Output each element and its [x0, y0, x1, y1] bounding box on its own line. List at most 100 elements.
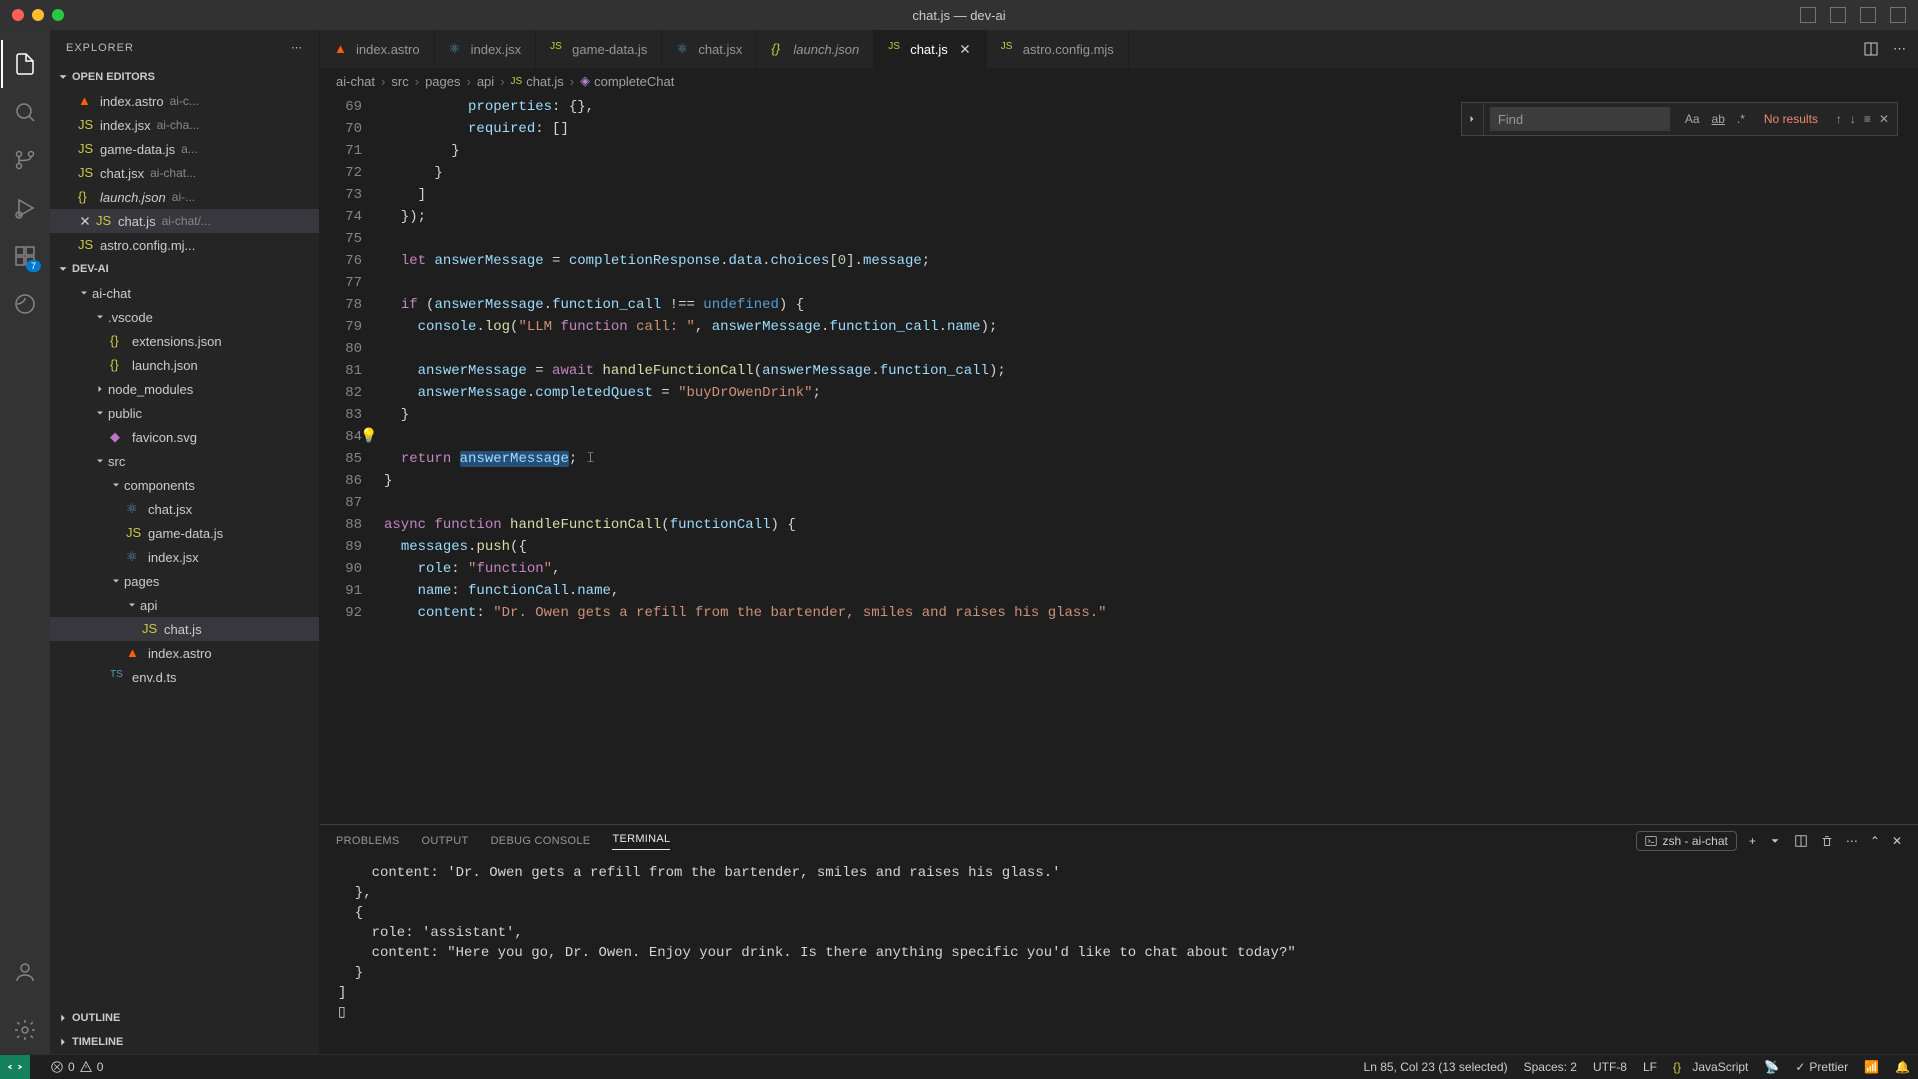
tab-launch-json[interactable]: {}launch.json	[757, 30, 874, 68]
kill-terminal-icon[interactable]	[1820, 834, 1834, 848]
find-input[interactable]	[1490, 107, 1670, 131]
folder-components[interactable]: components	[50, 473, 319, 497]
status-indent[interactable]: Spaces: 2	[1524, 1060, 1577, 1074]
tab-game-data[interactable]: JSgame-data.js	[536, 30, 662, 68]
folder-node-modules[interactable]: node_modules	[50, 377, 319, 401]
split-editor-icon[interactable]	[1863, 41, 1879, 57]
chevron-down-icon[interactable]	[1768, 834, 1782, 848]
terminal-content[interactable]: content: 'Dr. Owen gets a refill from th…	[320, 857, 1918, 1054]
folder-vscode[interactable]: .vscode	[50, 305, 319, 329]
close-icon[interactable]	[78, 214, 92, 228]
new-terminal-icon[interactable]: +	[1749, 834, 1756, 848]
close-window[interactable]	[12, 9, 24, 21]
activity-extensions[interactable]: 7	[1, 232, 49, 280]
open-editor-item[interactable]: JSgame-data.jsa...	[50, 137, 319, 161]
json-icon: {}	[110, 357, 126, 373]
file-index-jsx[interactable]: ⚛index.jsx	[50, 545, 319, 569]
breadcrumbs[interactable]: ai-chat› src› pages› api› JS chat.js› ◈ …	[320, 68, 1918, 94]
crumb[interactable]: completeChat	[594, 74, 674, 89]
file-game-data[interactable]: JSgame-data.js	[50, 521, 319, 545]
activity-edge[interactable]	[1, 280, 49, 328]
minimize-window[interactable]	[32, 9, 44, 21]
status-bell-icon[interactable]: 🔔	[1895, 1060, 1910, 1074]
file-launch[interactable]: {}launch.json	[50, 353, 319, 377]
section-timeline[interactable]: TIMELINE	[50, 1030, 319, 1054]
open-editor-item[interactable]: JSchat.jsxai-chat...	[50, 161, 319, 185]
react-icon: ⚛	[126, 501, 142, 517]
status-encoding[interactable]: UTF-8	[1593, 1060, 1627, 1074]
more-icon[interactable]: ⋯	[1846, 834, 1858, 848]
maximize-panel-icon[interactable]: ⌃	[1870, 834, 1880, 848]
folder-ai-chat[interactable]: ai-chat	[50, 281, 319, 305]
status-eol[interactable]: LF	[1643, 1060, 1657, 1074]
find-next-icon[interactable]: ↓	[1850, 112, 1856, 126]
code-editor[interactable]: 6970717273747576777879808182838485868788…	[320, 94, 1918, 824]
file-index-astro[interactable]: ▲index.astro	[50, 641, 319, 665]
folder-src[interactable]: src	[50, 449, 319, 473]
find-expand-toggle[interactable]	[1462, 103, 1484, 135]
crumb[interactable]: api	[477, 74, 494, 89]
panel-tab-output[interactable]: OUTPUT	[422, 835, 469, 847]
activity-settings[interactable]	[1, 1006, 49, 1054]
file-env-dts[interactable]: TSenv.d.ts	[50, 665, 319, 689]
more-icon[interactable]: ⋯	[1893, 41, 1906, 57]
file-chat-js[interactable]: JSchat.js	[50, 617, 319, 641]
regex-toggle[interactable]: .*	[1734, 110, 1748, 128]
toggle-secondary-sidebar-icon[interactable]	[1860, 7, 1876, 23]
open-editor-item[interactable]: JSindex.jsxai-cha...	[50, 113, 319, 137]
match-case-toggle[interactable]: Aa	[1682, 110, 1703, 128]
status-go-live[interactable]: 📡	[1764, 1060, 1779, 1074]
panel-tab-terminal[interactable]: TERMINAL	[612, 833, 670, 850]
open-editor-item[interactable]: ▲index.astroai-c...	[50, 89, 319, 113]
status-feedback-icon[interactable]: 📶	[1864, 1060, 1879, 1074]
terminal-selector[interactable]: zsh - ai-chat	[1636, 831, 1737, 851]
open-editor-item[interactable]: JSchat.jsai-chat/...	[50, 209, 319, 233]
find-close-icon[interactable]: ✕	[1879, 112, 1889, 126]
file-favicon[interactable]: ◆favicon.svg	[50, 425, 319, 449]
find-prev-icon[interactable]: ↑	[1836, 112, 1842, 126]
file-chat-jsx[interactable]: ⚛chat.jsx	[50, 497, 319, 521]
tab-index-jsx[interactable]: ⚛index.jsx	[435, 30, 537, 68]
tab-index-astro[interactable]: ▲index.astro	[320, 30, 435, 68]
panel-tab-problems[interactable]: PROBLEMS	[336, 835, 400, 847]
more-icon[interactable]: ⋯	[291, 41, 303, 54]
toggle-panel-icon[interactable]	[1830, 7, 1846, 23]
remote-indicator[interactable]	[0, 1055, 30, 1079]
tab-chat-js[interactable]: JSchat.js	[874, 30, 987, 68]
open-editor-item[interactable]: {}launch.jsonai-...	[50, 185, 319, 209]
match-whole-word-toggle[interactable]: ab	[1709, 110, 1728, 128]
activity-search[interactable]	[1, 88, 49, 136]
activity-explorer[interactable]	[1, 40, 49, 88]
section-open-editors[interactable]: OPEN EDITORS	[50, 65, 319, 89]
split-terminal-icon[interactable]	[1794, 834, 1808, 848]
maximize-window[interactable]	[52, 9, 64, 21]
folder-public[interactable]: public	[50, 401, 319, 425]
folder-pages[interactable]: pages	[50, 569, 319, 593]
crumb[interactable]: ai-chat	[336, 74, 375, 89]
activity-run-debug[interactable]	[1, 184, 49, 232]
activity-accounts[interactable]	[1, 948, 49, 996]
open-editor-item[interactable]: JSastro.config.mj...	[50, 233, 319, 257]
code-content[interactable]: properties: {}, required: [] } } ] }); l…	[384, 94, 1918, 824]
section-outline[interactable]: OUTLINE	[50, 1006, 319, 1030]
tab-astro-config[interactable]: JSastro.config.mjs	[987, 30, 1129, 68]
activity-source-control[interactable]	[1, 136, 49, 184]
tab-chat-jsx[interactable]: ⚛chat.jsx	[662, 30, 757, 68]
customize-layout-icon[interactable]	[1890, 7, 1906, 23]
find-in-selection-icon[interactable]: ≡	[1864, 112, 1871, 126]
panel-tab-debug[interactable]: DEBUG CONSOLE	[491, 835, 591, 847]
status-prettier[interactable]: ✓ Prettier	[1795, 1060, 1848, 1074]
crumb[interactable]: pages	[425, 74, 460, 89]
edge-icon	[13, 292, 37, 316]
status-language[interactable]: {} JavaScript	[1673, 1060, 1748, 1074]
folder-api[interactable]: api	[50, 593, 319, 617]
crumb[interactable]: chat.js	[526, 74, 564, 89]
close-panel-icon[interactable]: ✕	[1892, 834, 1902, 848]
toggle-primary-sidebar-icon[interactable]	[1800, 7, 1816, 23]
close-icon[interactable]	[958, 42, 972, 56]
section-project[interactable]: DEV-AI	[50, 257, 319, 281]
status-errors[interactable]: 0 0	[50, 1060, 103, 1074]
status-cursor[interactable]: Ln 85, Col 23 (13 selected)	[1364, 1060, 1508, 1074]
crumb[interactable]: src	[391, 74, 408, 89]
file-extensions[interactable]: {}extensions.json	[50, 329, 319, 353]
